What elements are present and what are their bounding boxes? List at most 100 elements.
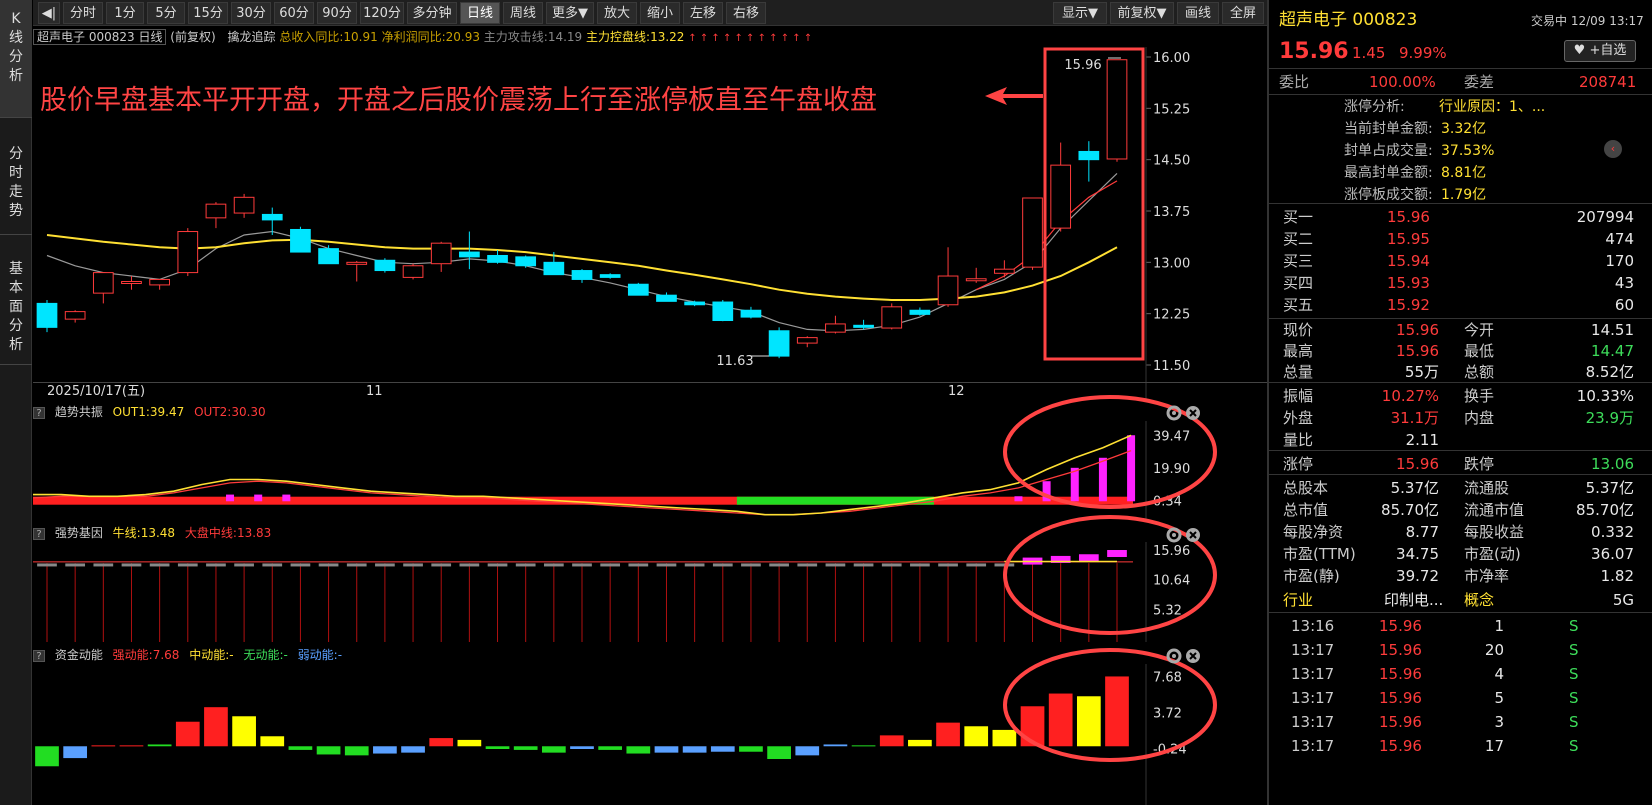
tab-intraday[interactable]: 分 时 走 势 <box>0 135 32 235</box>
zoom-in-button[interactable]: 放大 <box>597 2 637 24</box>
tab-char: 分 <box>9 146 23 162</box>
bid-label: 买五 <box>1283 296 1314 314</box>
gene-bar <box>628 563 649 567</box>
tab-char: 本 <box>9 280 23 296</box>
gene-bar <box>65 563 86 567</box>
candle-up <box>1022 197 1043 268</box>
display-dropdown[interactable]: 显示▼ <box>1053 2 1107 24</box>
candle-up <box>346 261 368 265</box>
candle-down <box>36 302 58 328</box>
energy-bar <box>457 739 482 747</box>
gene-bar <box>318 563 339 567</box>
limit-label: 当前封单金额: <box>1344 121 1433 137</box>
energy-bar <box>485 746 510 749</box>
bid-volume: 43 <box>1614 274 1634 292</box>
adjust-dropdown[interactable]: 前复权▼ <box>1110 2 1174 24</box>
tab-char: 析 <box>9 337 23 353</box>
fullscreen-button[interactable]: 全屏 <box>1222 2 1264 24</box>
gene-bar <box>741 563 761 567</box>
tab-fundamental-analysis[interactable]: 基 本 面 分 析 <box>0 250 32 365</box>
close-icon[interactable] <box>1186 649 1200 663</box>
back-button[interactable]: ◀| <box>38 2 60 24</box>
quote-panel: 超声电子 000823 交易中 12/09 13:17 15.96 1.45 9… <box>1267 0 1652 805</box>
period-button[interactable]: 120分 <box>360 2 404 24</box>
candle-down <box>290 228 311 253</box>
gene-bar <box>459 563 480 567</box>
energy-bar <box>147 744 172 747</box>
period-button[interactable]: 周线 <box>503 2 543 24</box>
limit-price-value: 13.06 <box>1591 455 1634 473</box>
period-button[interactable]: 60分 <box>274 2 314 24</box>
tab-k-line-analysis[interactable]: K 线 分 析 <box>0 0 32 118</box>
candle-down <box>599 274 621 278</box>
date-label: 12 <box>948 384 965 399</box>
bid-price: 15.95 <box>1387 230 1430 248</box>
quote-value: 10.27% <box>1381 387 1439 405</box>
gene-bar <box>853 563 874 567</box>
period-button[interactable]: 分时 <box>63 2 103 24</box>
candle-up <box>233 196 255 214</box>
close-icon[interactable] <box>1186 406 1200 420</box>
y-tick-label: 13.00 <box>1153 256 1190 271</box>
gene-bar <box>543 563 564 567</box>
candle-down <box>740 309 762 318</box>
bid-volume: 60 <box>1614 296 1634 314</box>
energy-bar <box>288 746 313 750</box>
out1-value: OUT1:39.47 <box>112 405 185 419</box>
period-button[interactable]: 90分 <box>317 2 357 24</box>
attack-line: 主力攻击线:14.19 <box>483 30 583 44</box>
quote-value <box>1519 428 1634 452</box>
move-left-button[interactable]: 左移 <box>683 2 723 24</box>
tab-char: 时 <box>9 165 23 181</box>
add-watchlist-button[interactable]: ♥ +自选 <box>1564 40 1636 62</box>
period-button[interactable]: 1分 <box>106 2 144 24</box>
fund-value: 5.37亿 <box>1390 479 1439 497</box>
energy-bar <box>204 707 228 747</box>
help-icon[interactable]: ? <box>33 527 45 540</box>
energy-bar <box>795 746 820 756</box>
date-label: 2025/10/17(五) <box>47 384 146 399</box>
draw-line-button[interactable]: 画线 <box>1177 2 1219 24</box>
fund-label: 流通市值 <box>1464 501 1525 519</box>
close-icon[interactable] <box>1186 528 1200 542</box>
fund-label: 每股收益 <box>1464 523 1525 541</box>
energy-bar <box>260 736 285 747</box>
quote-label: 内盘 <box>1464 409 1495 427</box>
candle-up <box>121 280 142 284</box>
help-icon[interactable]: ? <box>33 649 45 662</box>
energy-bar <box>682 746 707 753</box>
tab-char: 分 <box>9 49 23 65</box>
stock-title: 超声电子 000823 日线 <box>33 29 167 45</box>
price-change-pct: 9.99% <box>1399 44 1447 62</box>
tick-price: 15.96 <box>1379 641 1422 659</box>
tick-time: 13:17 <box>1291 713 1335 731</box>
date-label: 11 <box>366 384 383 399</box>
quote-label: 换手 <box>1464 387 1495 405</box>
signal-bar <box>282 494 291 502</box>
move-right-button[interactable]: 右移 <box>726 2 766 24</box>
candle-up <box>177 231 199 274</box>
y-tick-label: 15.25 <box>1153 102 1190 117</box>
period-button[interactable]: 多分钟 <box>407 2 457 24</box>
help-icon[interactable]: ? <box>33 406 45 419</box>
period-button[interactable]: 15分 <box>188 2 228 24</box>
candle-down <box>684 301 705 306</box>
period-button[interactable]: 30分 <box>231 2 271 24</box>
more-dropdown[interactable]: 更多▼ <box>546 2 594 24</box>
collapse-icon[interactable]: ‹ <box>1604 140 1622 158</box>
tab-char: 线 <box>9 30 23 46</box>
toolbar: ◀| 分时 1分 5分 15分 30分 60分 90分 120分 多分钟 日线 … <box>33 0 1267 26</box>
period-button-active[interactable]: 日线 <box>460 2 500 24</box>
tick-side: S <box>1569 713 1579 731</box>
candle-down <box>459 251 480 258</box>
tick-volume: 17 <box>1484 737 1504 755</box>
gene-bar <box>656 563 677 567</box>
candle-down <box>712 301 734 322</box>
quote-value: 2.11 <box>1405 431 1439 449</box>
energy-bar <box>344 746 369 756</box>
gene-bar <box>375 563 395 567</box>
price-change: 1.45 <box>1352 44 1386 62</box>
limit-price-value: 15.96 <box>1396 455 1439 473</box>
zoom-out-button[interactable]: 缩小 <box>640 2 680 24</box>
period-button[interactable]: 5分 <box>147 2 185 24</box>
